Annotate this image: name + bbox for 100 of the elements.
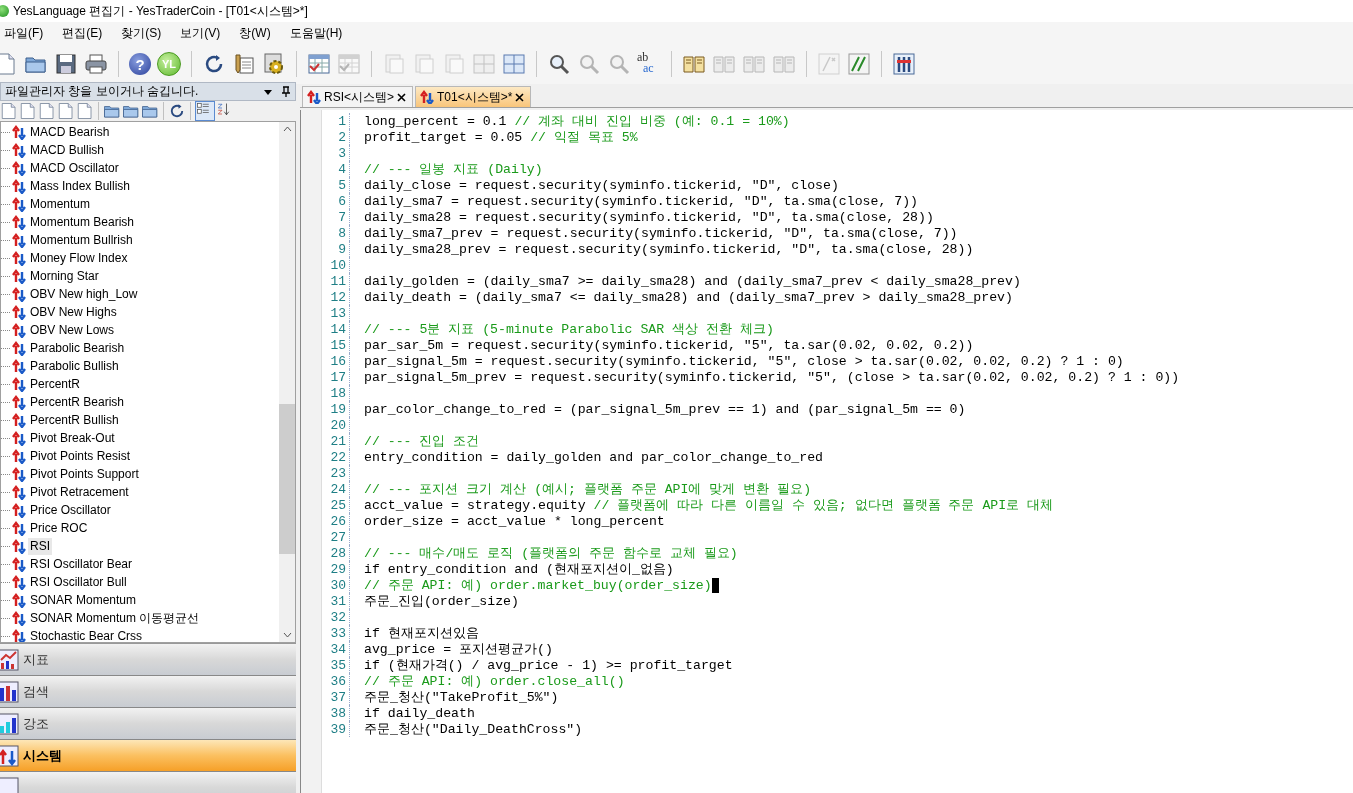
editor-tab[interactable]: T01<시스템>* — [415, 86, 532, 107]
code-editor[interactable] — [300, 110, 1353, 793]
code-line: profit_target = 0.05 // 익절 목표 5% — [364, 129, 638, 146]
document-icon[interactable] — [38, 102, 56, 120]
system-icon — [12, 304, 26, 320]
line-number: 13 — [329, 305, 346, 321]
system-icon — [12, 448, 26, 464]
scroll-up-icon[interactable] — [282, 126, 292, 132]
tree-item[interactable]: RSI — [28, 537, 52, 555]
line-number: 35 — [329, 657, 346, 673]
printer-icon[interactable] — [84, 52, 108, 76]
tree-item[interactable]: Pivot Retracement — [28, 483, 131, 501]
code-line: daily_close = request.security(syminfo.tickerid, "D", close) — [364, 177, 839, 193]
code-line: daily_sma28_prev = request.security(syminfo.tickerid, "D", ta.sma(close, 28)) — [364, 241, 974, 257]
tree-item[interactable]: Stochastic Bear Crss — [28, 627, 145, 642]
tree-item[interactable]: PercentR Bullish — [28, 411, 121, 429]
menu-item[interactable]: 창(W) — [237, 23, 273, 43]
search-icon[interactable] — [547, 52, 571, 76]
close-icon[interactable] — [397, 92, 407, 102]
tree-item[interactable]: Morning Star — [28, 267, 101, 285]
pin-icon[interactable] — [281, 85, 291, 98]
gear-icon[interactable] — [262, 52, 286, 76]
line-number: 11 — [329, 273, 346, 289]
scroll-down-icon[interactable] — [282, 632, 292, 638]
tree-item[interactable]: MACD Bullish — [28, 141, 106, 159]
document-icon[interactable] — [76, 102, 94, 120]
menu-item[interactable]: 찾기(S) — [119, 23, 164, 43]
tree-item[interactable]: PercentR — [28, 375, 83, 393]
category-button[interactable]: 강조 — [0, 708, 296, 740]
code-line: // --- 일봉 지표 (Daily) — [364, 161, 543, 178]
tree-item[interactable]: OBV New high_Low — [28, 285, 140, 303]
table-icon[interactable] — [307, 52, 331, 76]
editor-tab[interactable]: RSI<시스템> — [302, 86, 414, 107]
tree-item[interactable]: Pivot Points Support — [28, 465, 141, 483]
code-line: if (현재가격() / avg_price - 1) >= profit_target — [364, 657, 733, 674]
code-line: acct_value = strategy.equity // 플랫폼에 따라 다른 이름일 수 있음; 없다면 플랫폼 주문 API로 대체 — [364, 497, 1054, 514]
line-number: 37 — [329, 689, 346, 705]
tree-item[interactable]: Mass Index Bullish — [28, 177, 133, 195]
tree-item[interactable]: OBV New Highs — [28, 303, 119, 321]
system-icon — [12, 124, 26, 140]
spell-check-button[interactable]: ab ac — [637, 52, 661, 76]
list-view-icon[interactable] — [195, 101, 215, 121]
code-line: if entry_condition and (현재포지션이_없음) — [364, 561, 674, 578]
app-icon — [0, 5, 9, 17]
menu-item[interactable]: 도움말(H) — [287, 23, 345, 43]
line-number: 14 — [329, 321, 346, 337]
line-number: 19 — [329, 401, 346, 417]
tree-item[interactable]: MACD Bearish — [28, 123, 112, 141]
document-edit-icon[interactable] — [232, 52, 256, 76]
line-number: 7 — [337, 209, 346, 225]
menu-item[interactable]: 보기(V) — [178, 23, 223, 43]
code-line: order_size = acct_value * long_percent — [364, 513, 665, 529]
line-number: 8 — [337, 225, 346, 241]
line-number: 4 — [337, 161, 346, 177]
document-icon[interactable] — [19, 102, 37, 120]
grid-icon[interactable] — [502, 52, 526, 76]
line-number: 27 — [329, 529, 346, 545]
document-icon[interactable] — [0, 52, 18, 76]
line-number: 32 — [329, 609, 346, 625]
tree-item[interactable]: Momentum — [28, 195, 93, 213]
tree-item[interactable]: Parabolic Bearish — [28, 339, 127, 357]
tree-item[interactable]: Pivot Points Resist — [28, 447, 133, 465]
system-icon — [12, 358, 26, 374]
code-line: par_color_change_to_red = (par_signal_5m_prev == 1) and (par_signal_5m == 0) — [364, 401, 966, 417]
tree-item[interactable]: Momentum Bearish — [28, 213, 137, 231]
tree-item[interactable]: OBV New Lows — [28, 321, 117, 339]
code-line: avg_price = 포지션평균가() — [364, 641, 553, 658]
tree-item[interactable]: Price Oscillator — [28, 501, 113, 519]
uncomment-icon[interactable] — [847, 52, 871, 76]
document-icon[interactable] — [57, 102, 75, 120]
tree-item[interactable]: Money Flow Index — [28, 249, 130, 267]
line-number: 29 — [329, 561, 346, 577]
code-line: // 주문 API: 예) order.close_all() — [364, 673, 625, 690]
tree-item[interactable]: Momentum Bullrish — [28, 231, 135, 249]
system-icon — [12, 610, 26, 626]
code-line: par_sar_5m = request.security(syminfo.tickerid, "5", ta.sar(0.02, 0.02, 0.2)) — [364, 337, 974, 353]
dropdown-icon[interactable] — [263, 87, 273, 96]
category-button[interactable]: 지표 — [0, 644, 296, 676]
tree-item[interactable]: RSI Oscillator Bull — [28, 573, 129, 591]
refresh-icon[interactable] — [168, 102, 186, 120]
tree-item[interactable]: PercentR Bearish — [28, 393, 127, 411]
tools-icon[interactable] — [892, 52, 916, 76]
document-icon[interactable] — [0, 102, 18, 120]
code-line: 주문_진입(order_size) — [364, 593, 519, 610]
category-button[interactable]: 검색 — [0, 676, 296, 708]
scrollbar-thumb[interactable] — [279, 404, 295, 554]
tree-item[interactable]: Price ROC — [28, 519, 90, 537]
line-number: 16 — [329, 353, 346, 369]
tree-item[interactable]: RSI Oscillator Bear — [28, 555, 135, 573]
tree-item[interactable]: MACD Oscillator — [28, 159, 121, 177]
tree-item[interactable]: SONAR Momentum — [28, 591, 139, 609]
save-icon[interactable] — [54, 52, 78, 76]
scrollbar[interactable] — [279, 122, 295, 642]
tree-item[interactable]: Parabolic Bullish — [28, 357, 121, 375]
menu-item[interactable]: 편집(E) — [60, 23, 105, 43]
close-icon[interactable] — [515, 92, 525, 102]
menu-item[interactable]: 파일(F) — [2, 23, 46, 43]
category-button[interactable]: 시스템 — [0, 740, 296, 772]
tree-item[interactable]: Pivot Break-Out — [28, 429, 117, 447]
tree-item[interactable]: SONAR Momentum 이동평균선 — [28, 609, 202, 627]
